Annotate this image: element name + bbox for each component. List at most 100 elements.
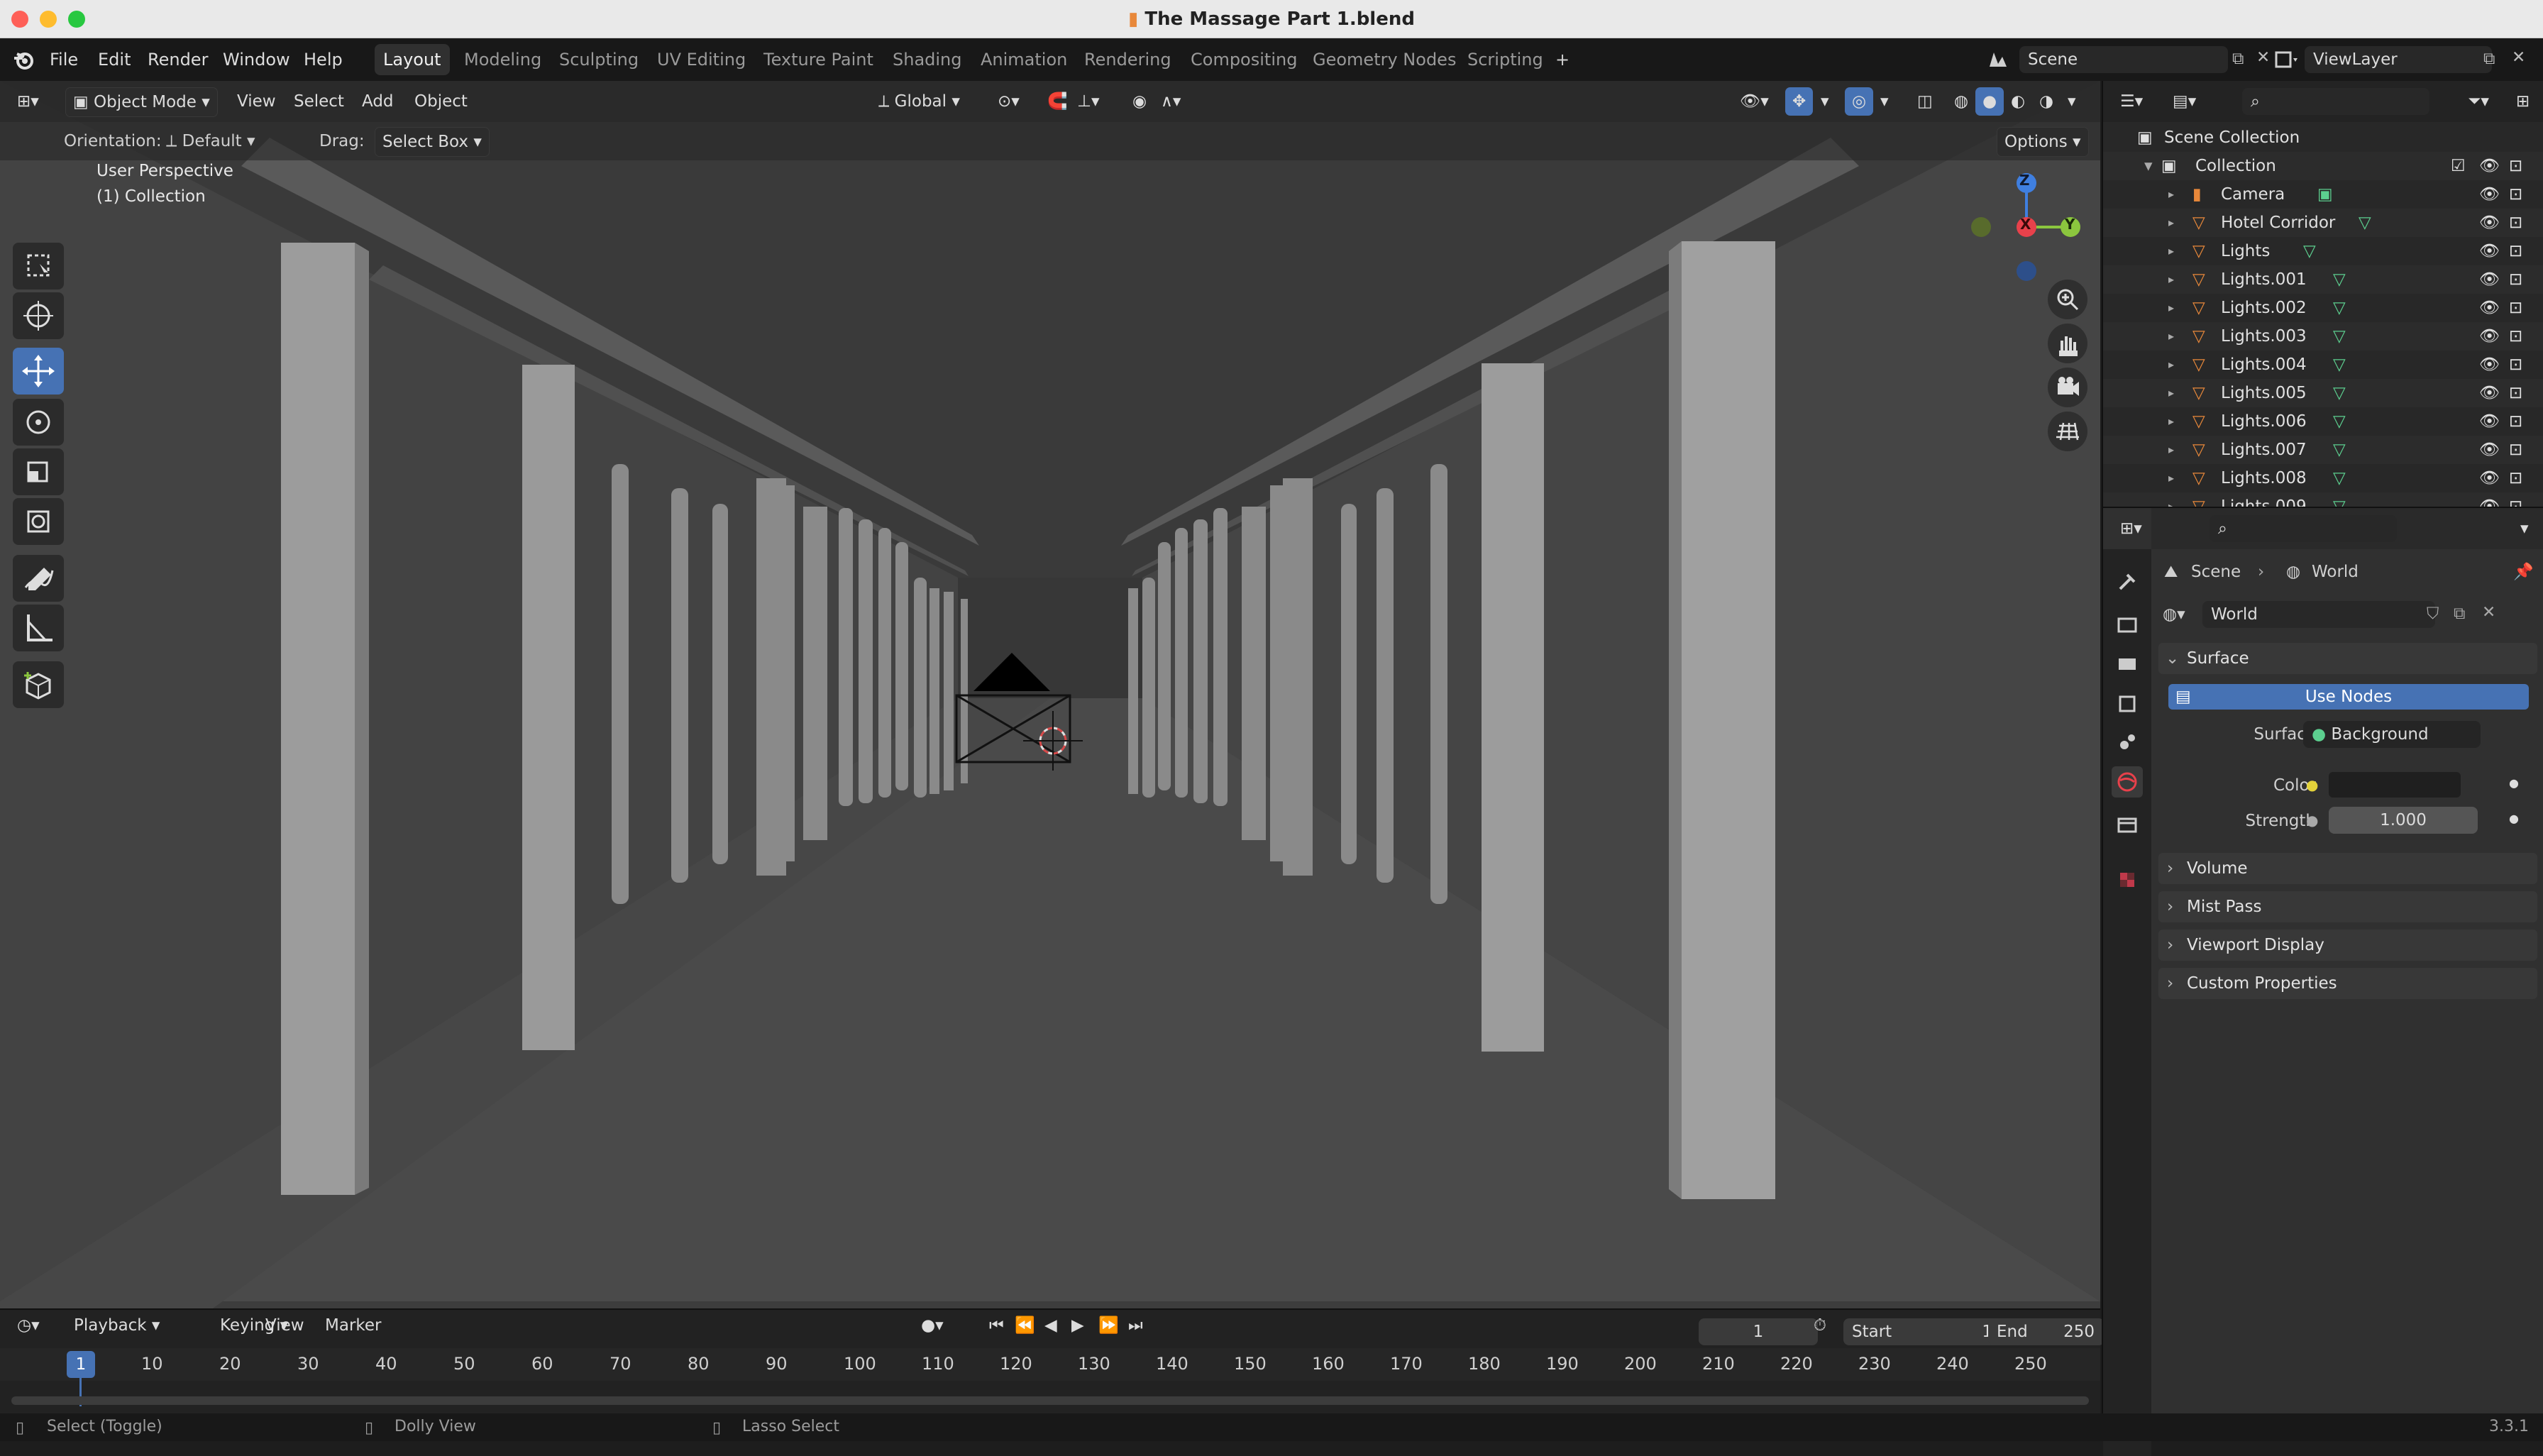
tab-uv-editing[interactable]: UV Editing bbox=[649, 44, 754, 75]
surface-panel-header[interactable]: ⌄ Surface bbox=[2158, 643, 2537, 674]
tab-sculpting[interactable]: Sculpting bbox=[551, 44, 647, 75]
timeline-scrollbar[interactable] bbox=[11, 1396, 2089, 1405]
pivot-point-icon[interactable]: ⊙▾ bbox=[991, 87, 1027, 116]
editor-type-icon[interactable]: ⊞▾ bbox=[10, 87, 46, 116]
expand-arrow-icon[interactable]: ▸ bbox=[2168, 265, 2174, 294]
viewport-scene[interactable] bbox=[0, 81, 2100, 1308]
mesh-data-icon[interactable]: ▽ bbox=[2333, 379, 2346, 407]
properties-options-icon[interactable]: ▾ bbox=[2513, 514, 2536, 543]
outliner-row-object[interactable]: ▸ ▽ Lights ▽ 👁 ⊡ bbox=[2103, 237, 2543, 265]
collapsed-panel-header[interactable]: › Volume bbox=[2158, 853, 2537, 884]
rotate-tool-icon[interactable] bbox=[13, 399, 64, 446]
texture-tab-icon[interactable] bbox=[2112, 864, 2143, 895]
overlays-dropdown-icon[interactable]: ▾ bbox=[1873, 87, 1896, 116]
scene-tab-icon[interactable] bbox=[2112, 727, 2143, 758]
expand-arrow-icon[interactable]: ▸ bbox=[2168, 351, 2174, 379]
outliner-row-object[interactable]: ▸ ▽ Lights.008 ▽ 👁 ⊡ bbox=[2103, 464, 2543, 492]
viewlayer-icon[interactable] bbox=[2268, 45, 2303, 74]
menu-help[interactable]: Help bbox=[304, 38, 343, 81]
mesh-data-icon[interactable]: ▽ bbox=[2333, 322, 2346, 351]
tab-shading[interactable]: Shading bbox=[884, 44, 971, 75]
outliner-row-collection[interactable]: ▾ ▣ Collection ☑ 👁 ⊡ bbox=[2103, 152, 2543, 180]
gizmo-dropdown-icon[interactable]: ▾ bbox=[1814, 87, 1836, 116]
render-camera-icon[interactable]: ⊡ bbox=[2509, 464, 2522, 492]
filter-icon[interactable]: ⏷▾ bbox=[2461, 87, 2496, 116]
expand-arrow-icon[interactable]: ▸ bbox=[2168, 209, 2174, 237]
mesh-data-icon[interactable]: ▽ bbox=[2333, 436, 2346, 464]
output-tab-icon[interactable] bbox=[2112, 649, 2143, 680]
options-dropdown[interactable]: Options ▾ bbox=[1997, 127, 2089, 157]
outliner-search-input[interactable]: ⌕ bbox=[2242, 88, 2429, 115]
ortho-toggle-icon[interactable] bbox=[2048, 412, 2087, 451]
visibility-eye-icon[interactable]: 👁 bbox=[2479, 322, 2500, 351]
fake-user-icon[interactable]: ⛉ bbox=[2427, 605, 2439, 623]
menu-playback[interactable]: Playback ▾ bbox=[67, 1311, 167, 1340]
mesh-data-icon[interactable]: ▽ bbox=[2303, 237, 2316, 265]
mesh-data-icon[interactable]: ▽ bbox=[2333, 351, 2346, 379]
3d-viewport[interactable]: ⊞▾ ▣ Object Mode ▾ View Select Add Objec… bbox=[0, 81, 2100, 1308]
end-frame-field[interactable]: End 250 bbox=[1988, 1318, 2105, 1345]
visibility-eye-icon[interactable]: 👁 bbox=[2479, 180, 2500, 209]
outliner-row-object[interactable]: ▸ ▽ Lights.009 ▽ 👁 ⊡ bbox=[2103, 492, 2543, 507]
render-tab-icon[interactable] bbox=[2112, 609, 2143, 640]
breadcrumb-scene[interactable]: Scene bbox=[2191, 555, 2241, 589]
tab-compositing[interactable]: Compositing bbox=[1182, 44, 1306, 75]
play-reverse-icon[interactable]: ◀ bbox=[1037, 1311, 1064, 1340]
jump-to-end-icon[interactable]: ⏭ bbox=[1121, 1311, 1150, 1340]
render-camera-icon[interactable]: ⊡ bbox=[2509, 180, 2522, 209]
render-camera-icon[interactable]: ⊡ bbox=[2509, 209, 2522, 237]
transform-tool-icon[interactable] bbox=[13, 498, 64, 545]
rendered-shading-icon[interactable]: ◑ bbox=[2032, 87, 2061, 116]
drag-dropdown[interactable]: Select Box ▾ bbox=[375, 127, 490, 157]
cursor-tool-icon[interactable] bbox=[13, 292, 64, 339]
delete-viewlayer-icon[interactable]: ✕ bbox=[2512, 48, 2525, 67]
exclude-checkbox[interactable]: ☑ bbox=[2451, 152, 2466, 180]
new-scene-icon[interactable]: ⧉ bbox=[2232, 50, 2244, 68]
outliner-row-object[interactable]: ▸ ▮ Camera ▣ 👁 ⊡ bbox=[2103, 180, 2543, 209]
collapsed-panel-header[interactable]: › Custom Properties bbox=[2158, 968, 2537, 999]
expand-arrow-icon[interactable]: ▸ bbox=[2168, 322, 2174, 351]
shading-dropdown-icon[interactable]: ▾ bbox=[2061, 87, 2083, 116]
playhead[interactable]: 1 bbox=[67, 1351, 95, 1378]
collapsed-panel-header[interactable]: › Mist Pass bbox=[2158, 891, 2537, 922]
world-name-field[interactable]: World bbox=[2202, 601, 2435, 628]
render-camera-icon[interactable]: ⊡ bbox=[2509, 322, 2522, 351]
annotate-tool-icon[interactable] bbox=[13, 555, 64, 602]
visibility-eye-icon[interactable]: 👁 bbox=[2479, 436, 2500, 464]
viewlayer-selector[interactable]: ViewLayer bbox=[2305, 46, 2492, 73]
new-collection-icon[interactable]: ⊞ bbox=[2509, 87, 2537, 116]
visibility-eye-icon[interactable]: 👁 bbox=[2479, 209, 2500, 237]
tab-modeling[interactable]: Modeling bbox=[456, 44, 550, 75]
expand-arrow-icon[interactable]: ▾ bbox=[2144, 152, 2153, 180]
visibility-eye-icon[interactable]: 👁 bbox=[2479, 464, 2500, 492]
current-frame-field[interactable]: 1 bbox=[1699, 1318, 1818, 1345]
properties-search-input[interactable]: ⌕ bbox=[2210, 515, 2397, 542]
display-mode-icon[interactable]: ▤▾ bbox=[2166, 87, 2203, 116]
tab-geometry-nodes[interactable]: Geometry Nodes bbox=[1304, 44, 1464, 75]
visibility-eye-icon[interactable]: 👁 bbox=[2479, 492, 2500, 507]
tab-layout[interactable]: Layout bbox=[375, 44, 450, 75]
pan-view-icon[interactable] bbox=[2048, 324, 2087, 363]
expand-arrow-icon[interactable]: ▸ bbox=[2168, 379, 2174, 407]
menu-edit[interactable]: Edit bbox=[98, 38, 131, 81]
mesh-data-icon[interactable]: ▽ bbox=[2359, 209, 2371, 237]
render-camera-icon[interactable]: ⊡ bbox=[2509, 237, 2522, 265]
xray-toggle-icon[interactable]: ◫ bbox=[1910, 87, 1940, 116]
visibility-eye-icon[interactable]: 👁 bbox=[2479, 379, 2500, 407]
render-camera-icon[interactable]: ⊡ bbox=[2509, 294, 2522, 322]
material-shading-icon[interactable]: ◐ bbox=[2004, 87, 2032, 116]
camera-view-icon[interactable] bbox=[2048, 368, 2087, 407]
preview-range-icon[interactable]: ⏱ bbox=[1806, 1311, 1833, 1340]
expand-arrow-icon[interactable]: ▸ bbox=[2168, 436, 2174, 464]
breadcrumb-world[interactable]: World bbox=[2312, 555, 2359, 589]
add-workspace-icon[interactable]: + bbox=[1547, 44, 1578, 75]
measure-tool-icon[interactable] bbox=[13, 605, 64, 651]
timeline-editor-type-icon[interactable]: ◷▾ bbox=[10, 1311, 47, 1340]
tab-rendering[interactable]: Rendering bbox=[1076, 44, 1180, 75]
visibility-icon[interactable]: 👁▾ bbox=[1733, 87, 1776, 116]
transform-orientation-dropdown[interactable]: ⟂ Global ▾ bbox=[871, 87, 967, 116]
scale-tool-icon[interactable] bbox=[13, 448, 64, 495]
menu-window[interactable]: Window bbox=[223, 38, 290, 81]
move-tool-icon[interactable] bbox=[13, 348, 64, 395]
record-keyframes-icon[interactable]: ●▾ bbox=[914, 1311, 951, 1340]
